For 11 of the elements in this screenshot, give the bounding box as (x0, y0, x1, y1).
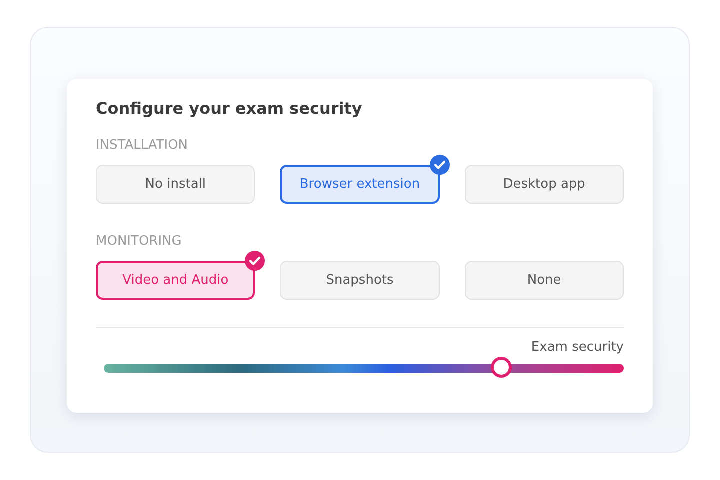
card-title: Configure your exam security (96, 99, 364, 118)
section-label: INSTALLATION (96, 138, 190, 153)
option-button[interactable]: Video and Audio (96, 261, 256, 300)
section-label: MONITORING (96, 234, 183, 249)
slider-label: Exam security (530, 340, 624, 355)
slider-thumb[interactable] (490, 357, 512, 378)
option-button[interactable]: Desktop app (464, 165, 624, 204)
option-button[interactable]: Browser extension (280, 165, 440, 204)
option-button[interactable]: Snapshots (280, 261, 440, 300)
option-button[interactable]: None (464, 261, 624, 300)
option-button[interactable]: No install (96, 165, 256, 204)
